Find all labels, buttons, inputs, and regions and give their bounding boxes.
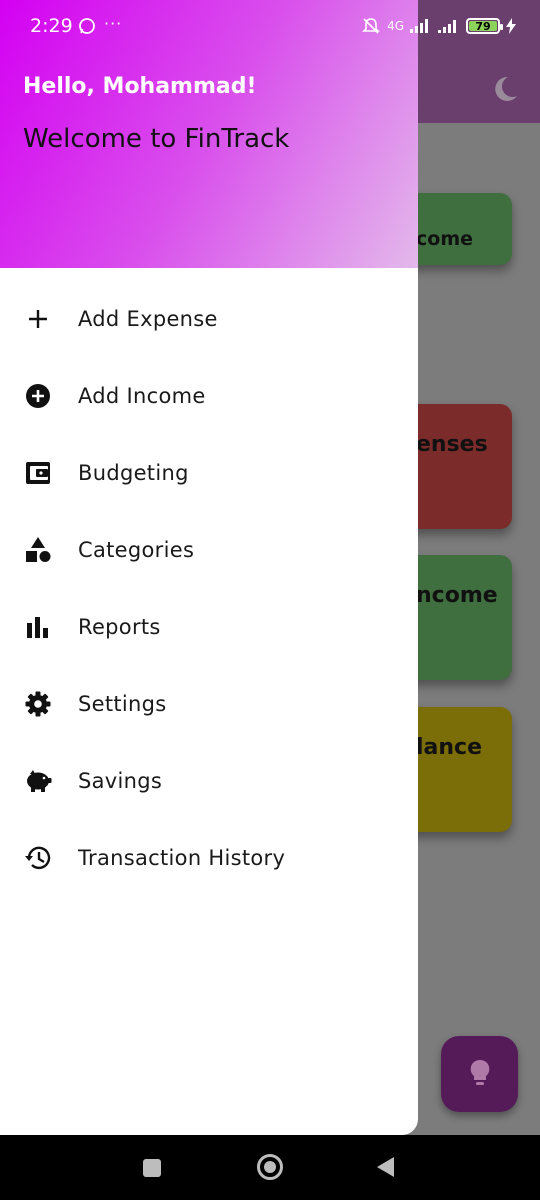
menu-item-add-expense[interactable]: Add Expense <box>0 280 418 357</box>
menu-item-categories[interactable]: Categories <box>0 511 418 588</box>
expenses-card-text: enses <box>416 432 488 457</box>
add-circle-icon <box>24 382 52 410</box>
balance-card-text: lance <box>416 735 483 760</box>
status-indicators: 4G 79 <box>361 16 516 36</box>
lightbulb-icon <box>470 1059 489 1085</box>
bar-chart-icon <box>24 613 52 641</box>
income-card-text: come <box>416 228 473 250</box>
menu-label: Categories <box>78 537 195 562</box>
gear-icon <box>24 690 52 718</box>
navigation-drawer: Hello, Mohammad! Welcome to FinTrack Add… <box>0 0 418 1135</box>
shapes-icon <box>24 536 52 564</box>
whatsapp-icon <box>79 18 95 34</box>
theme-toggle-icon[interactable] <box>490 74 520 104</box>
system-nav-bar <box>0 1135 540 1200</box>
menu-item-transaction-history[interactable]: Transaction History <box>0 819 418 896</box>
tips-fab-button[interactable] <box>441 1036 518 1112</box>
mute-icon <box>362 18 380 34</box>
menu-item-reports[interactable]: Reports <box>0 588 418 665</box>
menu-label: Savings <box>78 768 163 793</box>
greeting-text: Hello, Mohammad! <box>23 74 257 99</box>
back-button[interactable] <box>377 1157 394 1177</box>
signal-2-icon <box>438 20 456 33</box>
menu-item-add-income[interactable]: Add Income <box>0 357 418 434</box>
status-bar: 2:29 ··· 4G 79 <box>0 0 540 54</box>
menu-label: Budgeting <box>78 460 189 485</box>
menu-item-budgeting[interactable]: Budgeting <box>0 434 418 511</box>
plus-icon <box>24 305 52 333</box>
drawer-menu: Add Expense Add Income Budgeting Categor… <box>0 280 418 896</box>
battery-level: 79 <box>475 19 491 33</box>
signal-icon <box>410 19 428 33</box>
network-type: 4G <box>387 19 404 33</box>
recents-button[interactable] <box>143 1159 161 1177</box>
charging-icon <box>506 18 516 34</box>
menu-item-settings[interactable]: Settings <box>0 665 418 742</box>
status-time: 2:29 <box>30 15 73 37</box>
menu-label: Reports <box>78 614 161 639</box>
welcome-text: Welcome to FinTrack <box>23 124 290 154</box>
menu-label: Transaction History <box>78 845 286 870</box>
net-income-card-text: ncome <box>416 583 498 608</box>
wallet-icon <box>24 459 52 487</box>
battery-indicator: 79 <box>466 18 503 34</box>
home-button[interactable] <box>257 1154 283 1180</box>
menu-label: Settings <box>78 691 167 716</box>
menu-item-savings[interactable]: Savings <box>0 742 418 819</box>
piggy-bank-icon <box>24 767 52 795</box>
menu-label: Add Expense <box>78 306 218 331</box>
menu-label: Add Income <box>78 383 206 408</box>
history-icon <box>24 844 52 872</box>
status-more-dots: ··· <box>104 14 123 33</box>
